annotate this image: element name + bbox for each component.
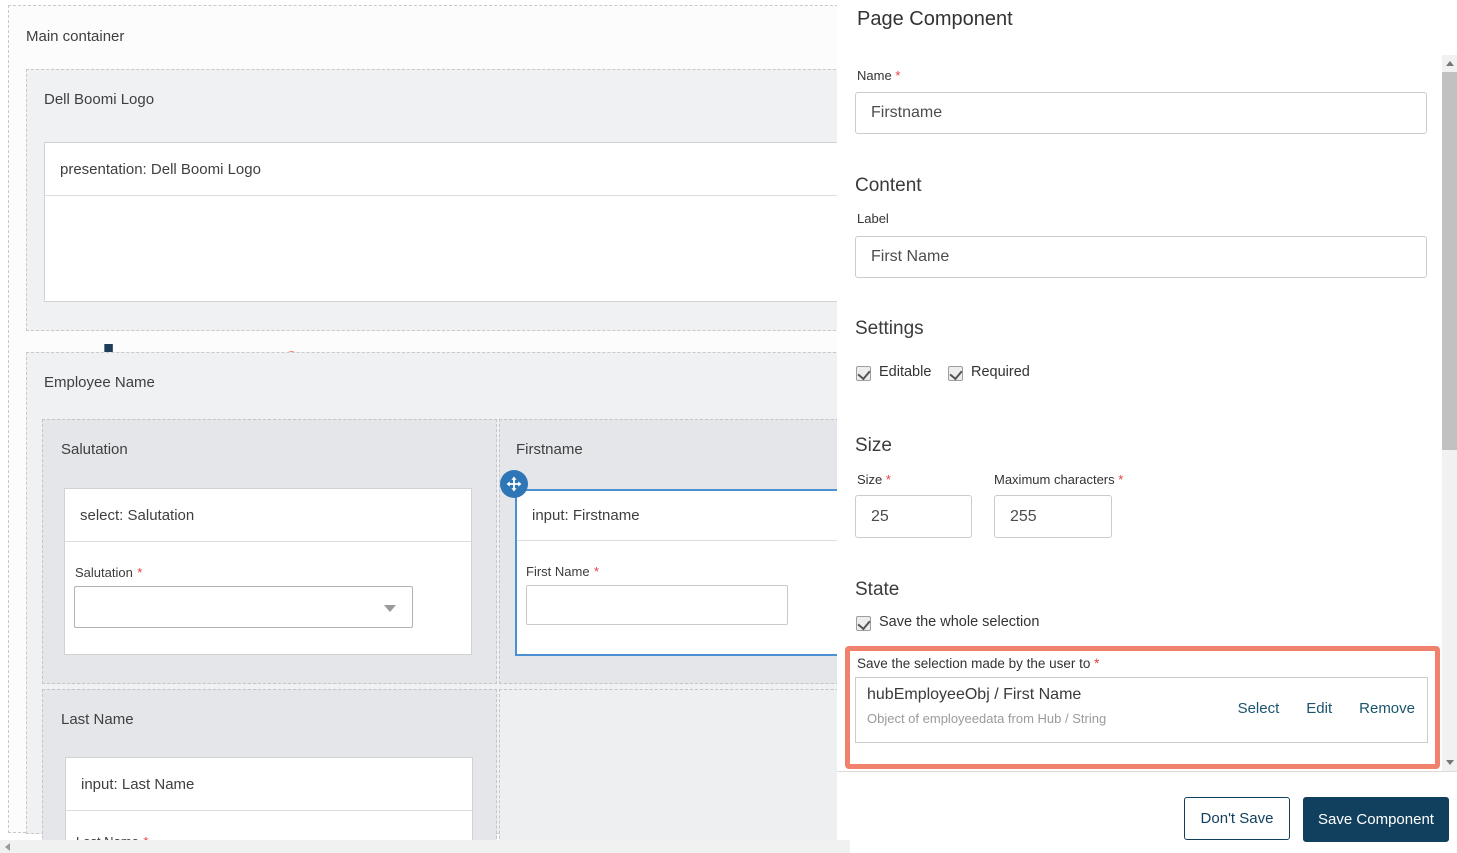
footer-divider [837, 771, 1457, 772]
required-checkbox-label: Required [971, 364, 1030, 380]
scroll-down-arrow-icon[interactable] [1446, 760, 1454, 765]
main-container[interactable]: Main container Dell Boomi Logo presentat… [8, 5, 837, 833]
firstname-card-header: input: Firstname [517, 491, 837, 541]
lastname-cell-label: Last Name [61, 711, 134, 728]
required-checkbox[interactable] [948, 366, 963, 381]
firstname-field-label: First Name [526, 564, 590, 579]
chevron-down-icon [384, 605, 396, 612]
empty-cell[interactable] [499, 689, 837, 840]
page-component-panel: Page Component Name * Content Label Sett… [837, 0, 1457, 853]
horizontal-scrollbar[interactable] [0, 840, 850, 853]
firstname-component-card-selected[interactable]: input: Firstname First Name * [515, 489, 837, 656]
save-selection-label: Save the selection made by the user to [857, 656, 1090, 671]
save-selection-required-mark: * [1094, 656, 1099, 671]
scroll-up-arrow-icon[interactable] [1446, 61, 1454, 66]
employee-name-section[interactable]: Employee Name Salutation select: Salutat… [26, 352, 837, 834]
firstname-cell[interactable]: Firstname input: Firstname First Name * [499, 419, 837, 684]
size-required-mark: * [886, 472, 891, 487]
save-whole-selection-label: Save the whole selection [879, 614, 1039, 630]
salutation-required-mark: * [137, 565, 142, 580]
name-input[interactable] [855, 92, 1427, 134]
name-field-label: Name [857, 68, 892, 83]
move-handle-icon[interactable] [500, 470, 528, 498]
editable-checkbox[interactable] [856, 366, 871, 381]
state-heading: State [855, 579, 899, 601]
max-chars-required-mark: * [1118, 472, 1123, 487]
editable-checkbox-label: Editable [879, 364, 931, 380]
vertical-scrollbar-thumb[interactable] [1442, 72, 1457, 450]
salutation-select[interactable] [74, 586, 413, 628]
salutation-card-header: select: Salutation [65, 489, 471, 542]
size-input[interactable] [855, 495, 972, 538]
save-whole-selection-checkbox[interactable] [856, 616, 871, 631]
dont-save-button[interactable]: Don't Save [1184, 797, 1290, 840]
lastname-component-card[interactable]: input: Last Name Last Name * [65, 757, 473, 840]
remove-link[interactable]: Remove [1359, 700, 1415, 717]
edit-link[interactable]: Edit [1306, 700, 1332, 717]
salutation-cell-label: Salutation [61, 441, 128, 458]
content-heading: Content [855, 175, 922, 197]
max-chars-field-label: Maximum characters [994, 472, 1115, 487]
select-link[interactable]: Select [1238, 700, 1280, 717]
main-container-label: Main container [26, 28, 124, 45]
lastname-card-header: input: Last Name [66, 758, 472, 811]
label-input[interactable] [855, 236, 1427, 278]
firstname-preview-input[interactable] [526, 585, 788, 625]
panel-title: Page Component [857, 8, 1013, 31]
save-selection-value-subtitle: Object of employeedata from Hub / String [867, 711, 1106, 726]
settings-heading: Settings [855, 318, 924, 340]
name-required-mark: * [895, 68, 900, 83]
size-heading: Size [855, 435, 892, 457]
logo-section[interactable]: Dell Boomi Logo presentation: Dell Boomi… [26, 69, 837, 331]
save-selection-value-box: hubEmployeeObj / First Name Object of em… [855, 677, 1428, 743]
lastname-cell[interactable]: Last Name input: Last Name Last Name * [42, 689, 497, 840]
save-selection-highlight: Save the selection made by the user to *… [845, 646, 1440, 769]
size-field-label: Size [857, 472, 882, 487]
presentation-component-card[interactable]: presentation: Dell Boomi Logo boomı A De… [44, 142, 837, 302]
salutation-field-label: Salutation [75, 565, 133, 580]
presentation-card-header: presentation: Dell Boomi Logo [45, 143, 837, 196]
save-selection-value-title: hubEmployeeObj / First Name [867, 686, 1081, 704]
logo-section-label: Dell Boomi Logo [44, 91, 154, 108]
page-builder-canvas: Main container Dell Boomi Logo presentat… [0, 0, 837, 840]
salutation-component-card[interactable]: select: Salutation Salutation * [64, 488, 472, 655]
salutation-cell[interactable]: Salutation select: Salutation Salutation… [42, 419, 497, 684]
max-chars-input[interactable] [994, 495, 1112, 538]
move-arrows-icon [506, 476, 522, 492]
save-component-button[interactable]: Save Component [1303, 797, 1449, 842]
firstname-required-mark: * [594, 564, 599, 579]
employee-section-label: Employee Name [44, 374, 155, 391]
scroll-left-arrow-icon[interactable] [5, 843, 10, 851]
label-field-label: Label [857, 211, 889, 226]
firstname-cell-label: Firstname [516, 441, 583, 458]
